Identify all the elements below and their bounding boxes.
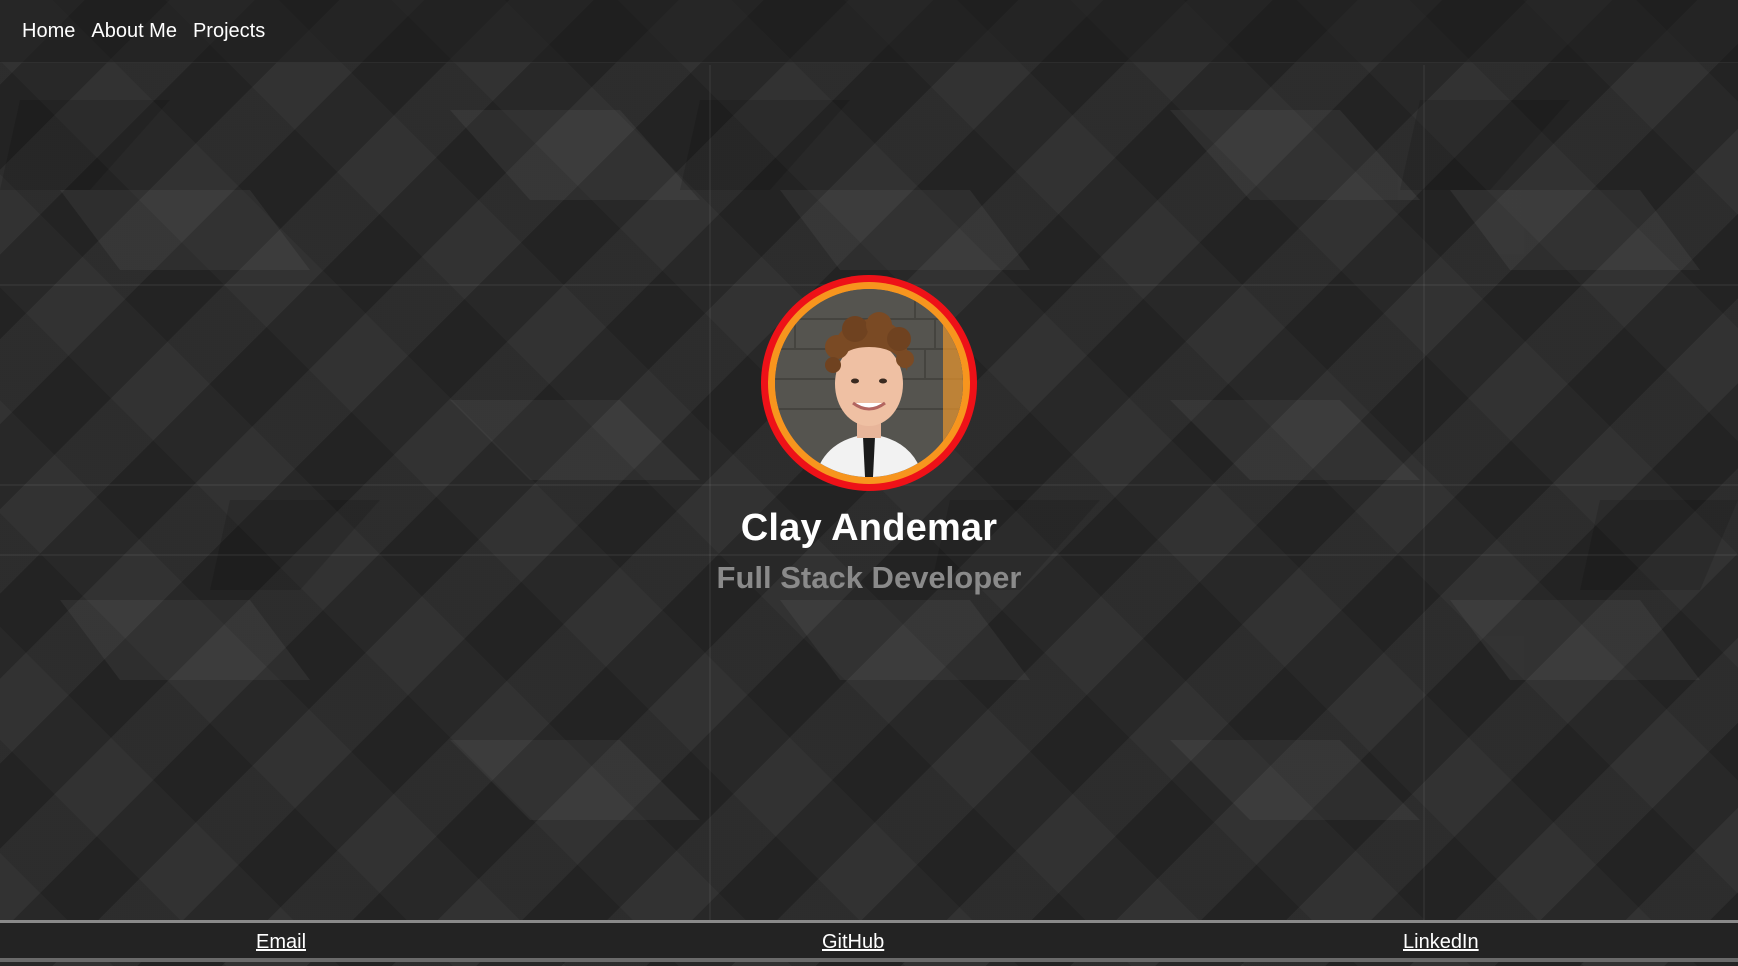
footer-link-linkedin[interactable]: LinkedIn xyxy=(1403,931,1479,954)
profile-photo xyxy=(775,289,963,477)
footer-link-email[interactable]: Email xyxy=(256,931,306,954)
profile-title: Full Stack Developer xyxy=(716,560,1022,595)
avatar xyxy=(761,275,977,491)
footer-bar: Email GitHub LinkedIn xyxy=(0,920,1738,962)
footer-link-github[interactable]: GitHub xyxy=(822,931,884,954)
nav-link-projects[interactable]: Projects xyxy=(193,20,265,43)
page: Home About Me Projects Clay Andemar Full… xyxy=(0,0,1738,966)
avatar-ring-inner xyxy=(768,282,970,484)
profile-name: Clay Andemar xyxy=(740,507,998,549)
profile-photo-illustration xyxy=(775,289,963,477)
nav-link-home[interactable]: Home xyxy=(22,20,75,43)
top-navbar: Home About Me Projects xyxy=(0,0,1738,63)
hero-section: Clay Andemar Full Stack Developer xyxy=(0,275,1738,596)
nav-link-about-me[interactable]: About Me xyxy=(91,20,177,43)
